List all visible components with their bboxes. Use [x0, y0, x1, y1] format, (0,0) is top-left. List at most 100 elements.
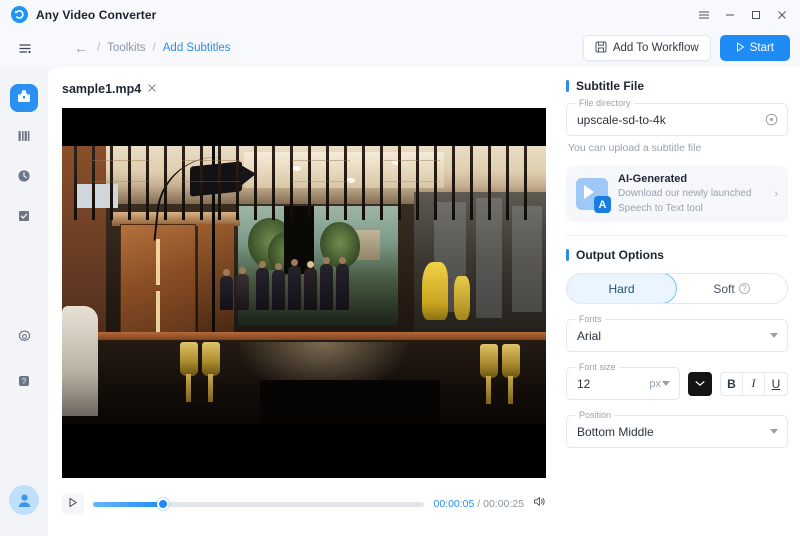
play-triangle-icon [68, 495, 78, 513]
file-tab: sample1.mp4 [62, 82, 157, 96]
total-time: 00:00:25 [483, 498, 524, 510]
hamburger-icon[interactable] [692, 4, 716, 26]
video-frame [62, 146, 546, 424]
title-bar: Any Video Converter [0, 0, 800, 29]
minimize-icon[interactable] [718, 4, 742, 26]
font-size-unit: px [649, 377, 661, 390]
chevron-down-icon[interactable] [770, 333, 778, 338]
play-button[interactable] [62, 493, 84, 515]
text-style-buttons: B I U [720, 371, 788, 396]
chevron-down-icon[interactable] [770, 429, 778, 434]
promo-subtitle-line2: Speech to Text tool [618, 203, 703, 214]
chevron-down-icon[interactable] [662, 381, 670, 386]
toolbar-actions: Add To Workflow Start [582, 35, 790, 61]
app-title: Any Video Converter [36, 7, 157, 22]
close-icon[interactable] [770, 4, 794, 26]
mode-soft-option[interactable]: Soft ? [676, 274, 787, 303]
seek-handle[interactable] [156, 498, 169, 510]
chevron-right-icon[interactable]: › [774, 188, 778, 200]
library-icon [17, 129, 31, 148]
font-size-input[interactable]: Font size 12 px [566, 362, 680, 400]
add-to-workflow-button[interactable]: Add To Workflow [582, 35, 711, 61]
breadcrumb: ← / Toolkits / Add Subtitles [74, 41, 231, 55]
sidebar-item-tasks[interactable] [10, 204, 38, 232]
current-time: 00:00:05 [433, 498, 475, 510]
fonts-select[interactable]: Fonts Arial [566, 314, 788, 352]
breadcrumb-separator-2: / [152, 42, 156, 54]
menu-list-icon[interactable] [16, 39, 34, 57]
add-to-workflow-label: Add To Workflow [612, 42, 699, 54]
close-icon[interactable] [147, 83, 157, 95]
breadcrumb-toolkits[interactable]: Toolkits [107, 42, 145, 54]
position-value: Bottom Middle [577, 424, 654, 439]
mode-hard-label: Hard [608, 281, 635, 296]
ai-generated-promo-card[interactable]: A AI-Generated Download our newly launch… [566, 166, 788, 222]
font-color-picker[interactable] [688, 371, 712, 396]
start-button[interactable]: Start [719, 35, 790, 61]
subtitle-mode-toggle: Hard Soft ? [566, 273, 788, 304]
question-mark-icon[interactable]: ? [738, 283, 750, 294]
start-label: Start [749, 42, 774, 54]
bold-button[interactable]: B [721, 372, 743, 395]
play-triangle-icon [736, 42, 745, 55]
main-content-card: sample1.mp4 00:00:05 / 00:00:25 [48, 67, 556, 536]
font-size-label: Font size [576, 362, 619, 372]
fonts-value: Arial [577, 328, 602, 343]
output-options-heading: Output Options [566, 248, 788, 262]
video-player-controls: 00:00:05 / 00:00:25 [62, 487, 546, 521]
mode-hard-option[interactable]: Hard [567, 274, 677, 303]
toolbox-icon [16, 88, 32, 109]
user-avatar-icon[interactable] [9, 485, 39, 515]
ai-speech-to-text-icon: A [576, 178, 611, 213]
fonts-label: Fonts [576, 314, 605, 324]
sidebar-item-help[interactable]: ? [10, 369, 38, 397]
position-select[interactable]: Position Bottom Middle [566, 410, 788, 448]
seek-slider[interactable] [93, 498, 425, 510]
volume-icon [533, 495, 546, 513]
underline-button[interactable]: U [765, 373, 787, 395]
file-directory-label: File directory [576, 98, 634, 108]
clock-icon [17, 169, 31, 188]
time-separator: / [477, 498, 481, 510]
checklist-icon [17, 209, 31, 228]
sidebar-item-converter[interactable] [10, 84, 38, 112]
breadcrumb-separator-1: / [97, 42, 101, 54]
back-arrow-icon[interactable]: ← [74, 41, 88, 55]
file-directory-field[interactable]: File directory upscale-sd-to-4k [566, 98, 788, 136]
promo-title: AI-Generated [618, 173, 688, 185]
section-accent-bar [566, 249, 569, 261]
window-controls [692, 0, 794, 29]
sidebar-item-history[interactable] [10, 164, 38, 192]
video-preview[interactable] [62, 108, 546, 478]
avc-logo-icon [11, 6, 28, 23]
italic-button[interactable]: I [743, 372, 765, 395]
position-label: Position [576, 410, 615, 420]
panel-divider [566, 235, 788, 236]
breadcrumb-add-subtitles[interactable]: Add Subtitles [163, 42, 231, 54]
sidebar-item-settings[interactable] [10, 325, 38, 353]
sidebar-item-media-library[interactable] [10, 124, 38, 152]
gear-icon [17, 329, 32, 349]
subtitle-file-heading: Subtitle File [566, 79, 788, 93]
app-window: Any Video Converter ← / Toolkits / Add S… [0, 0, 800, 536]
seek-progress [93, 501, 163, 507]
volume-button[interactable] [533, 495, 546, 513]
left-rail: ? [0, 67, 48, 536]
mode-soft-label: Soft [713, 281, 735, 296]
file-name-label: sample1.mp4 [62, 82, 142, 96]
promo-subtitle-line1: Download our newly launched [618, 188, 752, 199]
svg-text:?: ? [22, 377, 27, 386]
font-size-row: Font size 12 px B I U [566, 362, 788, 400]
maximize-icon[interactable] [744, 4, 768, 26]
time-display: 00:00:05 / 00:00:25 [433, 498, 524, 510]
video-scene [62, 146, 546, 424]
section-accent-bar [566, 80, 569, 92]
clear-circle-icon[interactable] [765, 113, 778, 126]
output-options-heading-label: Output Options [576, 248, 664, 262]
subtitle-file-heading-label: Subtitle File [576, 79, 645, 93]
font-size-value: 12 [577, 376, 591, 391]
save-disk-icon [595, 41, 607, 56]
subtitle-helper-text: You can upload a subtitle file [568, 142, 702, 154]
file-directory-value: upscale-sd-to-4k [577, 112, 666, 127]
toolbar: ← / Toolkits / Add Subtitles Add To Work… [0, 29, 800, 67]
